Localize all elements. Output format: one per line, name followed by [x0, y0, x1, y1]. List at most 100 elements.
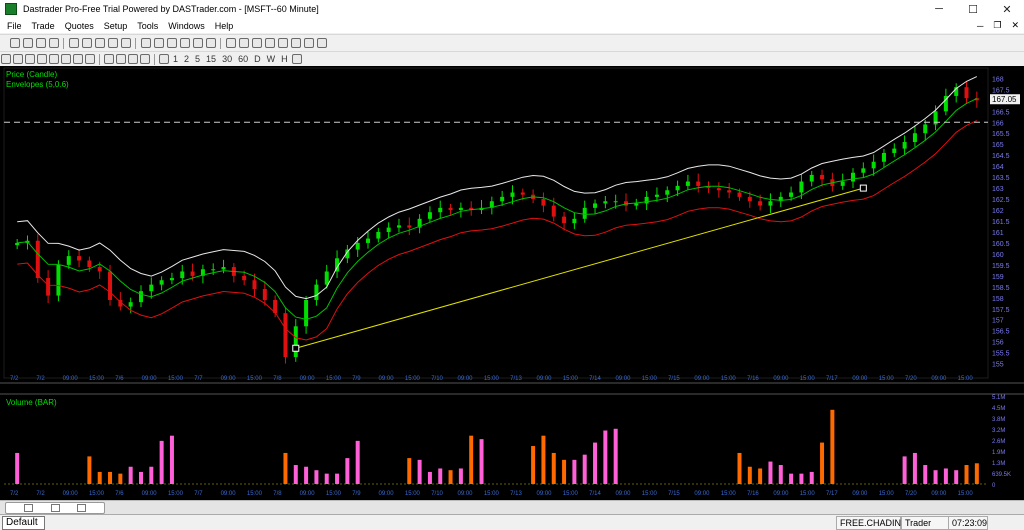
heat-icon[interactable]	[239, 38, 249, 48]
crosshair-icon[interactable]	[49, 54, 59, 64]
messages-icon[interactable]	[265, 38, 275, 48]
color-icon[interactable]	[73, 54, 83, 64]
account-icon[interactable]	[95, 38, 105, 48]
layout-icon[interactable]	[85, 54, 95, 64]
candle-body	[912, 133, 917, 143]
time-tick-label: 7/17	[826, 376, 838, 382]
horizontal-scrollbar[interactable]	[0, 500, 1024, 515]
history-icon[interactable]	[252, 38, 262, 48]
time-tick-label: 7/14	[589, 376, 601, 382]
inner-minimize-button[interactable]: ─	[972, 21, 988, 31]
interval-2[interactable]: 2	[181, 54, 192, 64]
candle-body	[665, 190, 670, 195]
time-tick-label: 15:00	[484, 376, 500, 382]
calc-icon[interactable]	[167, 38, 177, 48]
price-tick-label: 167.5	[992, 87, 1010, 94]
volume-bar	[469, 435, 474, 484]
scrollbar-thumb[interactable]	[5, 502, 105, 514]
inner-restore-button[interactable]: ❐	[988, 20, 1006, 31]
ticker-icon[interactable]	[193, 38, 203, 48]
candle-body	[634, 203, 639, 206]
candle-body	[324, 271, 329, 285]
cursor-icon[interactable]	[104, 54, 114, 64]
volume-tick-label: 5.1M	[992, 395, 1005, 401]
time-tick-label: 09:00	[694, 376, 710, 382]
time-tick-label: 09:00	[931, 491, 947, 497]
interval-daily[interactable]: D	[251, 54, 264, 64]
minimize-button[interactable]: ─	[922, 3, 956, 15]
interval-1[interactable]: 1	[170, 54, 181, 64]
orders-icon[interactable]	[69, 38, 79, 48]
close-button[interactable]: ✕	[990, 3, 1024, 16]
scroll-right-icon[interactable]	[77, 504, 87, 512]
basket-icon[interactable]	[206, 38, 216, 48]
chart-settings-icon[interactable]	[1, 54, 11, 64]
timer-icon[interactable]	[159, 54, 169, 64]
link-icon[interactable]	[304, 38, 314, 48]
candle-body	[35, 240, 40, 279]
level2-icon[interactable]	[36, 38, 46, 48]
positions-icon[interactable]	[49, 38, 59, 48]
time-tick-label: 09:00	[300, 376, 316, 382]
time-tick-label: 15:00	[642, 376, 658, 382]
time-tick-label: 09:00	[536, 376, 552, 382]
menu-file[interactable]: File	[2, 21, 27, 31]
chart-area[interactable]: 168167.5167166.5166165.5165164.5164163.5…	[0, 66, 1024, 500]
scroll-left-icon[interactable]	[23, 504, 33, 512]
scanner-icon[interactable]	[141, 38, 151, 48]
volume-bar	[737, 452, 742, 484]
trades-icon[interactable]	[82, 38, 92, 48]
time-tick-label: 7/16	[747, 491, 759, 497]
interval-60[interactable]: 60	[235, 54, 251, 64]
watch-icon[interactable]	[226, 38, 236, 48]
time-tick-label: 09:00	[63, 376, 79, 382]
options-icon[interactable]	[154, 38, 164, 48]
tab-default[interactable]: Default	[2, 516, 45, 530]
interval-15[interactable]: 15	[203, 54, 219, 64]
time-tick-label: 7/9	[352, 376, 361, 382]
zoom-out-icon[interactable]	[37, 54, 47, 64]
menu-windows[interactable]: Windows	[163, 21, 210, 31]
zoom-in-icon[interactable]	[25, 54, 35, 64]
price-volume-chart[interactable]: 168167.5167166.5166165.5165164.5164163.5…	[0, 66, 1024, 500]
time-tick-label: 15:00	[563, 491, 579, 497]
hand-icon[interactable]	[116, 54, 126, 64]
menu-tools[interactable]: Tools	[132, 21, 163, 31]
time-tick-label: 7/16	[747, 376, 759, 382]
time-tick-label: 09:00	[379, 491, 395, 497]
interval-weekly[interactable]: W	[264, 54, 279, 64]
menu-trade[interactable]: Trade	[27, 21, 60, 31]
time-tick-label: 7/10	[431, 491, 443, 497]
globe-icon[interactable]	[291, 54, 302, 64]
news-icon[interactable]	[108, 38, 118, 48]
menu-help[interactable]: Help	[210, 21, 239, 31]
interval-5[interactable]: 5	[192, 54, 203, 64]
toplist-icon[interactable]	[180, 38, 190, 48]
bird-icon[interactable]	[317, 38, 327, 48]
settings-icon[interactable]	[278, 38, 288, 48]
lower-envelope-line	[17, 120, 978, 341]
connect-icon[interactable]	[291, 38, 301, 48]
draw-tool-icon[interactable]	[140, 54, 150, 64]
alerts-icon[interactable]	[121, 38, 131, 48]
candle-body	[190, 271, 195, 276]
interval-30[interactable]: 30	[219, 54, 235, 64]
candle-body	[892, 148, 897, 153]
interval-hourly[interactable]: H	[278, 54, 291, 64]
scroll-fit-icon[interactable]	[50, 504, 60, 512]
price-tick-label: 158	[992, 296, 1004, 303]
time-tick-label: 15:00	[89, 491, 105, 497]
montage-icon[interactable]	[10, 38, 20, 48]
time-tick-label: 15:00	[721, 376, 737, 382]
indicator-icon[interactable]	[13, 54, 23, 64]
menu-setup[interactable]: Setup	[99, 21, 133, 31]
draw-line-icon[interactable]	[128, 54, 138, 64]
volume-bar	[138, 471, 143, 484]
chart-icon[interactable]	[23, 38, 33, 48]
grid-icon[interactable]	[61, 54, 71, 64]
inner-close-button[interactable]: ✕	[1006, 20, 1024, 31]
maximize-button[interactable]: ☐	[956, 3, 990, 16]
menu-quotes[interactable]: Quotes	[60, 21, 99, 31]
candle-body	[747, 196, 752, 202]
volume-bar	[562, 459, 567, 484]
